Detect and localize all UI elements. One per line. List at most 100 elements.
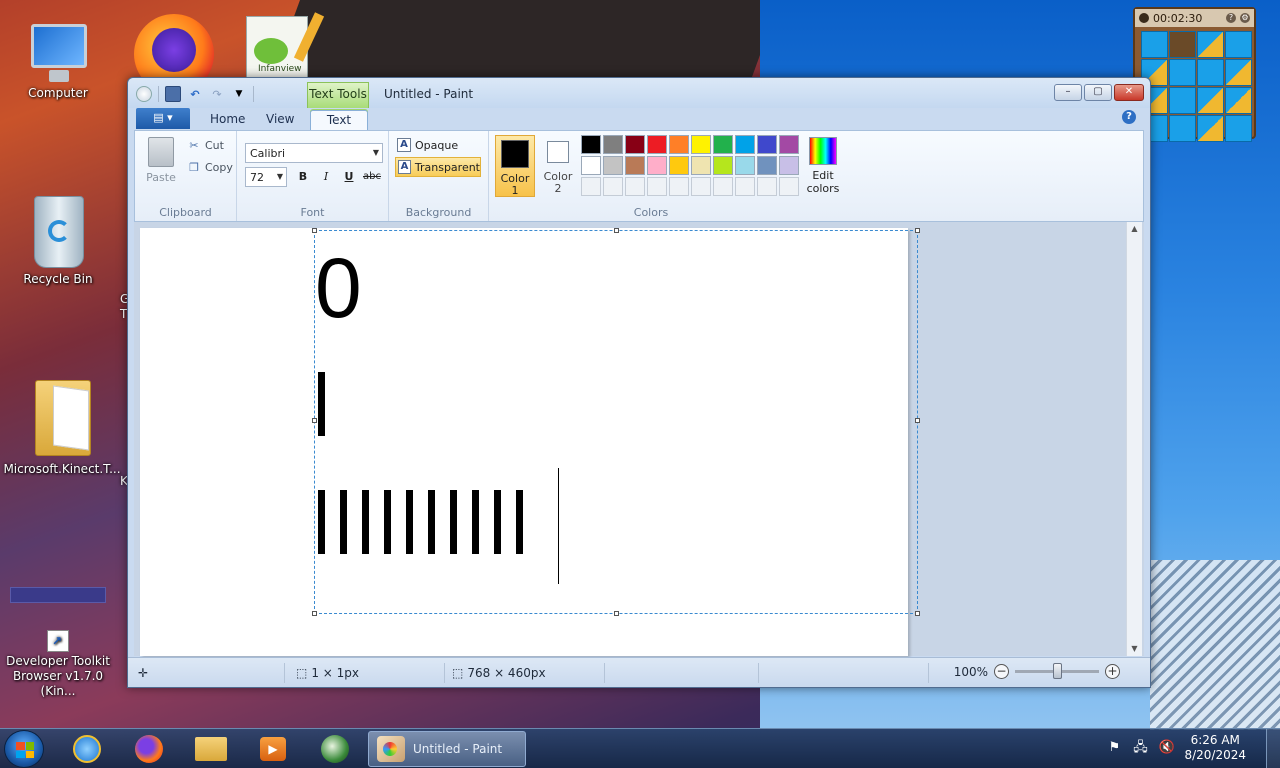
palette-swatch-empty[interactable]: [779, 177, 799, 196]
color1-button[interactable]: Color 1: [495, 135, 535, 197]
puzzle-grid[interactable]: [1141, 31, 1252, 142]
gadget-help-button[interactable]: ?: [1226, 13, 1236, 23]
start-button[interactable]: [4, 730, 44, 768]
paint-app-icon[interactable]: [136, 86, 152, 102]
firefox-desktop-icon[interactable]: [130, 8, 220, 94]
palette-swatch[interactable]: [669, 156, 689, 175]
palette-swatch-empty[interactable]: [691, 177, 711, 196]
desktop-icon-kinect-folder[interactable]: Microsoft.Kinect.T...: [2, 370, 122, 476]
font-family-select[interactable]: Calibri ▼: [245, 143, 383, 163]
palette-swatch-empty[interactable]: [669, 177, 689, 196]
gadget-settings-button[interactable]: ⚙: [1240, 13, 1250, 23]
help-icon[interactable]: ?: [1122, 110, 1136, 124]
resize-handle[interactable]: [312, 611, 317, 616]
opaque-button[interactable]: A Opaque: [395, 135, 481, 155]
puzzle-tile-empty[interactable]: [1169, 31, 1196, 58]
palette-swatch[interactable]: [647, 156, 667, 175]
copy-button[interactable]: ❐ Copy: [187, 160, 233, 174]
puzzle-tile[interactable]: [1197, 59, 1224, 86]
action-center-flag-icon[interactable]: ⚑: [1106, 740, 1122, 756]
underline-button[interactable]: U: [339, 168, 359, 186]
taskbar-file-explorer[interactable]: [186, 733, 236, 765]
text-box[interactable]: [314, 230, 918, 614]
scroll-up-icon[interactable]: ▲: [1127, 222, 1142, 236]
palette-swatch-empty[interactable]: [581, 177, 601, 196]
tab-home[interactable]: Home: [198, 110, 257, 130]
cut-button[interactable]: ✂ Cut: [187, 138, 224, 152]
paint-menu-button[interactable]: ▤ ▾: [136, 108, 190, 129]
palette-swatch[interactable]: [581, 135, 601, 154]
palette-swatch[interactable]: [581, 156, 601, 175]
minimize-button[interactable]: –: [1054, 84, 1082, 101]
title-bar[interactable]: ↶ ↷ ▼ Text Tools Untitled - Paint – ▢ ✕: [128, 78, 1150, 108]
palette-swatch[interactable]: [779, 156, 799, 175]
bold-button[interactable]: B: [293, 168, 313, 186]
puzzle-gadget[interactable]: 00:02:30 ? ⚙: [1133, 7, 1256, 142]
palette-swatch-empty[interactable]: [625, 177, 645, 196]
palette-swatch[interactable]: [625, 135, 645, 154]
tab-text[interactable]: Text: [310, 110, 368, 130]
taskbar-internet-explorer[interactable]: [62, 733, 112, 765]
puzzle-tile[interactable]: [1225, 59, 1252, 86]
puzzle-tile[interactable]: [1169, 87, 1196, 114]
resize-handle[interactable]: [312, 228, 317, 233]
puzzle-tile[interactable]: [1169, 59, 1196, 86]
resize-handle[interactable]: [915, 228, 920, 233]
resize-handle[interactable]: [614, 611, 619, 616]
desktop-icon-developer-toolkit[interactable]: ↗ Developer Toolkit Browser v1.7.0 (Kin.…: [2, 630, 114, 699]
maximize-button[interactable]: ▢: [1084, 84, 1112, 101]
palette-swatch[interactable]: [669, 135, 689, 154]
paste-button[interactable]: Paste: [143, 137, 179, 184]
taskbar-paint-button[interactable]: Untitled - Paint: [368, 731, 526, 767]
taskbar-kinect-studio[interactable]: [310, 733, 360, 765]
zoom-slider[interactable]: [1015, 663, 1099, 679]
puzzle-tile[interactable]: [1169, 115, 1196, 142]
vertical-scrollbar[interactable]: ▲ ▼: [1126, 222, 1142, 656]
puzzle-tile[interactable]: [1197, 31, 1224, 58]
transparent-button[interactable]: A Transparent: [395, 157, 481, 177]
palette-swatch[interactable]: [757, 156, 777, 175]
puzzle-tile[interactable]: [1197, 115, 1224, 142]
puzzle-tile[interactable]: [1225, 31, 1252, 58]
puzzle-tile[interactable]: [1197, 87, 1224, 114]
palette-swatch[interactable]: [691, 156, 711, 175]
undo-icon[interactable]: ↶: [187, 86, 203, 102]
palette-swatch[interactable]: [603, 156, 623, 175]
palette-swatch[interactable]: [625, 156, 645, 175]
palette-swatch[interactable]: [757, 135, 777, 154]
palette-swatch[interactable]: [713, 135, 733, 154]
clock[interactable]: 6:26 AM 8/20/2024: [1184, 733, 1246, 763]
resize-handle[interactable]: [915, 611, 920, 616]
redo-icon[interactable]: ↷: [209, 86, 225, 102]
font-size-select[interactable]: 72 ▼: [245, 167, 287, 187]
palette-swatch[interactable]: [691, 135, 711, 154]
zoom-in-button[interactable]: +: [1105, 664, 1120, 679]
close-button[interactable]: ✕: [1114, 84, 1144, 101]
desktop-icon-computer[interactable]: Computer: [4, 24, 112, 100]
paint-window[interactable]: ↶ ↷ ▼ Text Tools Untitled - Paint – ▢ ✕ …: [127, 77, 1151, 688]
strikethrough-button[interactable]: abc: [362, 168, 382, 186]
palette-swatch[interactable]: [603, 135, 623, 154]
drawing-canvas[interactable]: 0: [140, 228, 920, 656]
resize-handle[interactable]: [312, 418, 317, 423]
zoom-slider-thumb[interactable]: [1053, 663, 1062, 679]
scroll-down-icon[interactable]: ▼: [1127, 642, 1142, 656]
palette-swatch-empty[interactable]: [603, 177, 623, 196]
palette-swatch[interactable]: [735, 156, 755, 175]
volume-muted-icon[interactable]: 🔇: [1158, 740, 1174, 756]
taskbar-firefox[interactable]: [124, 733, 174, 765]
palette-swatch-empty[interactable]: [647, 177, 667, 196]
palette-swatch[interactable]: [735, 135, 755, 154]
italic-button[interactable]: I: [316, 168, 336, 186]
color2-button[interactable]: Color 2: [539, 135, 577, 197]
taskbar-media-player[interactable]: ▶: [248, 733, 298, 765]
palette-swatch-empty[interactable]: [735, 177, 755, 196]
palette-swatch-empty[interactable]: [757, 177, 777, 196]
tab-view[interactable]: View: [254, 110, 306, 130]
network-icon[interactable]: 🖧: [1132, 740, 1148, 756]
resize-handle[interactable]: [614, 228, 619, 233]
customize-toolbar-icon[interactable]: ▼: [231, 86, 247, 102]
palette-swatch[interactable]: [647, 135, 667, 154]
canvas-area[interactable]: 0 ▲ ▼: [134, 222, 1144, 656]
resize-handle[interactable]: [915, 418, 920, 423]
